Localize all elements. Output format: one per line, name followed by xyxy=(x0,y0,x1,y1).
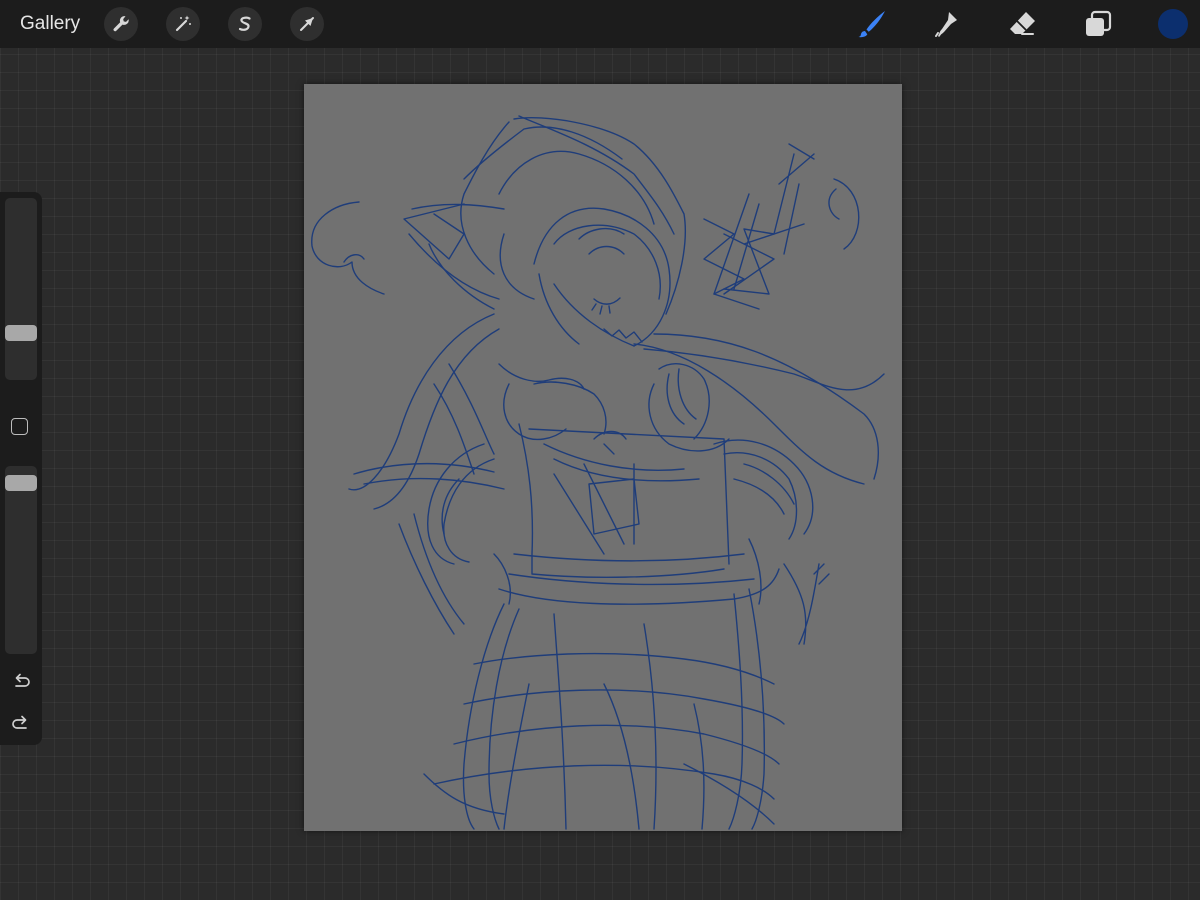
eraser-glyph xyxy=(1010,12,1035,35)
undo-icon[interactable] xyxy=(9,670,33,694)
layers-icon[interactable] xyxy=(1080,6,1116,42)
magic-wand-glyph xyxy=(175,15,191,32)
smudge-glyph xyxy=(935,12,957,37)
brush-size-slider[interactable] xyxy=(5,198,37,380)
layers-glyph xyxy=(1086,10,1112,36)
smudge-icon[interactable] xyxy=(928,6,964,42)
transform-glyph xyxy=(300,17,314,31)
eraser-icon[interactable] xyxy=(1004,6,1040,42)
undo-glyph xyxy=(15,673,30,687)
color-picker-button[interactable] xyxy=(1158,9,1188,39)
opacity-slider-thumb[interactable] xyxy=(5,474,37,491)
modify-button[interactable] xyxy=(11,418,28,435)
gallery-button[interactable]: Gallery xyxy=(20,12,80,36)
magic-wand-icon[interactable] xyxy=(166,7,200,41)
brush-icon[interactable] xyxy=(854,6,890,42)
sketch-artwork xyxy=(311,115,885,830)
drawing-canvas[interactable] xyxy=(304,84,902,831)
brush-size-slider-thumb[interactable] xyxy=(5,325,37,342)
selection-icon[interactable] xyxy=(228,7,262,41)
redo-icon[interactable] xyxy=(9,712,33,736)
redo-glyph xyxy=(12,715,27,729)
top-toolbar: Gallery xyxy=(0,0,1200,48)
wrench-glyph xyxy=(113,16,129,32)
brush-glyph xyxy=(858,11,885,38)
opacity-slider[interactable] xyxy=(5,466,37,654)
selection-glyph xyxy=(238,16,251,31)
left-sidebar xyxy=(0,192,42,745)
transform-icon[interactable] xyxy=(290,7,324,41)
wrench-icon[interactable] xyxy=(104,7,138,41)
